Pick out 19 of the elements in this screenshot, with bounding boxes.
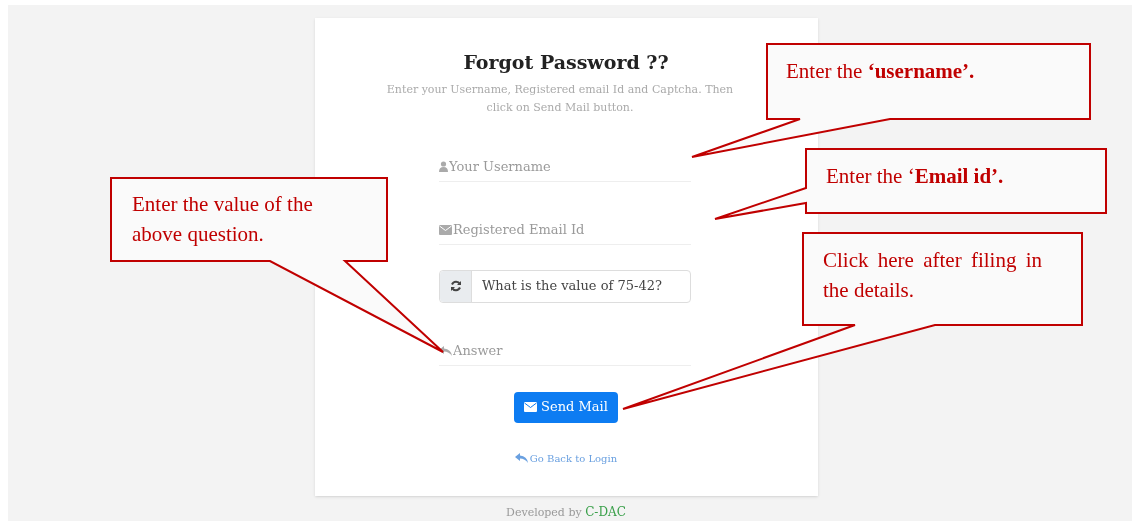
input-field[interactable]: Your Username [449,156,691,177]
callout-text: Enter the ‘Email id’. [826,164,1004,188]
back-to-login-link[interactable]: Go Back to Login [514,450,618,466]
send-mail-button[interactable]: Send Mail [514,391,618,423]
callout-text: Click here after filing in the details. [823,248,1042,302]
form-description: Enter your Username, Registered email Id and Captcha. Then click on Send Mail button. [385,81,735,116]
envelope-icon [524,402,538,412]
user-icon [439,161,448,172]
callout-text: Enter the value of the above question. [132,192,313,246]
envelope-icon [439,224,452,235]
callout-text: Enter the ‘username’. [786,59,975,83]
footer-text: Developed by C-DAC [506,503,626,521]
captcha-question: What is the value of 75-42? [481,277,663,296]
refresh-icon[interactable] [449,280,462,292]
form-title: Forgot Password ?? [463,50,669,75]
refresh-button[interactable] [440,270,472,302]
input-field[interactable]: Answer [453,340,691,361]
reply-icon [514,453,528,463]
input-field[interactable]: Registered Email Id [453,219,691,240]
